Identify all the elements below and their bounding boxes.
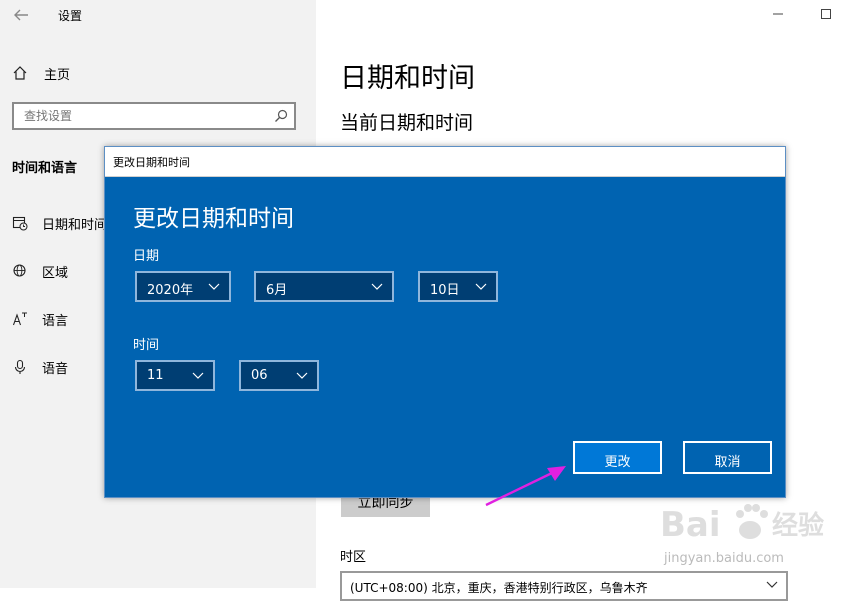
dialog-titlebar[interactable]: 更改日期和时间 [105, 147, 785, 177]
baidu-watermark-logo: Bai 经验 jingyan.baidu.com [660, 504, 824, 566]
cancel-button[interactable]: 取消 [683, 441, 772, 474]
timezone-label: 时区 [340, 550, 367, 565]
year-dropdown[interactable]: 2020年 [135, 271, 231, 302]
minute-dropdown[interactable]: 06 [239, 360, 319, 391]
sidebar-item-date-time[interactable]: 日期和时间 [12, 212, 107, 234]
sidebar-item-speech[interactable]: 语音 [12, 356, 68, 378]
hour-dropdown[interactable]: 11 [135, 360, 215, 391]
page-title: 日期和时间 [340, 63, 475, 94]
search-input[interactable] [24, 107, 264, 125]
month-dropdown[interactable]: 6月 [254, 271, 394, 302]
cancel-button-label: 取消 [714, 455, 741, 470]
timezone-select[interactable]: (UTC+08:00) 北京，重庆，香港特别行政区，乌鲁木齐 [340, 571, 788, 601]
dialog-window-title: 更改日期和时间 [113, 156, 190, 169]
sidebar-item-label: 语言 [42, 313, 69, 329]
minute-value: 06 [251, 368, 268, 383]
back-arrow-icon[interactable] [12, 6, 30, 24]
search-icon[interactable] [274, 109, 288, 123]
day-dropdown[interactable]: 10日 [418, 271, 498, 302]
minimize-icon[interactable] [772, 8, 784, 20]
sidebar-item-region[interactable]: 区域 [12, 260, 68, 282]
maximize-icon[interactable] [820, 8, 832, 20]
section-heading: 当前日期和时间 [340, 112, 474, 134]
change-date-time-dialog: 更改日期和时间 更改日期和时间 日期 2020年 6月 10日 时间 11 06… [104, 146, 786, 498]
section-title: 时间和语言 [12, 161, 78, 176]
svg-text:经验: 经验 [772, 510, 824, 541]
sidebar-item-language[interactable]: 语言 [12, 308, 68, 330]
sidebar-item-home[interactable]: 主页 [12, 62, 70, 84]
chevron-down-icon [371, 283, 383, 290]
chevron-down-icon [192, 372, 204, 379]
chevron-down-icon [296, 372, 308, 379]
time-label: 时间 [133, 338, 160, 353]
chevron-down-icon [475, 283, 487, 290]
change-button-label: 更改 [604, 455, 631, 470]
globe-icon [13, 264, 26, 277]
chevron-down-icon [208, 283, 220, 290]
language-icon [12, 312, 27, 326]
microphone-icon [14, 359, 26, 374]
date-label: 日期 [133, 249, 160, 264]
change-button[interactable]: 更改 [573, 441, 662, 474]
calendar-clock-icon [12, 216, 28, 231]
sidebar-item-label: 区域 [42, 265, 69, 281]
app-title: 设置 [58, 9, 83, 23]
watermark-url: jingyan.baidu.com [663, 551, 784, 566]
sidebar-item-label: 日期和时间 [42, 217, 108, 233]
svg-text:Bai: Bai [660, 505, 721, 545]
month-value: 6月 [266, 283, 288, 298]
hour-value: 11 [147, 368, 164, 383]
dialog-heading: 更改日期和时间 [133, 206, 294, 232]
year-value: 2020年 [147, 283, 194, 298]
home-icon [13, 66, 27, 80]
day-value: 10日 [430, 283, 460, 298]
sidebar-item-label: 语音 [42, 361, 69, 377]
annotation-arrow-icon [485, 466, 566, 507]
search-box[interactable] [12, 102, 296, 130]
sidebar-item-home-label: 主页 [44, 67, 71, 83]
